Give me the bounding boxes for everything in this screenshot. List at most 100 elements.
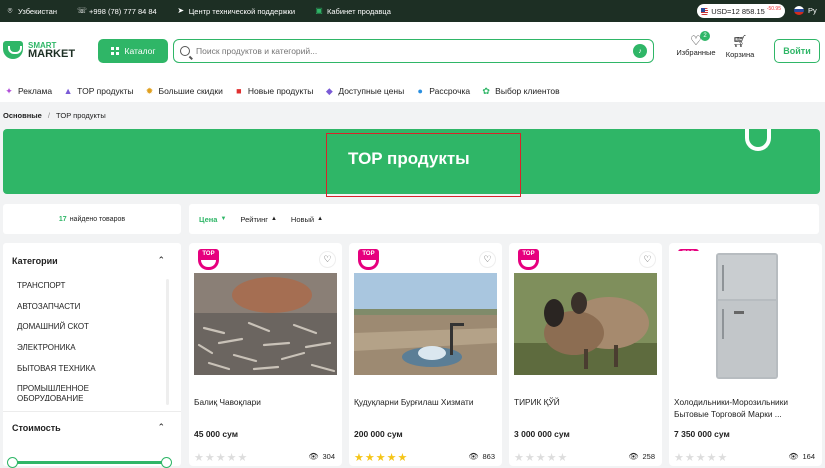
- nav-item-clients-choice[interactable]: ✿ Выбор клиентов: [481, 86, 559, 96]
- rating-stars: ★★★★★: [194, 452, 249, 464]
- views-count: 👁︎ 258: [628, 452, 655, 461]
- clients-choice-icon: ✿: [482, 86, 490, 96]
- product-card[interactable]: TOP ♡ Холодильники-Морозильники Бытовые …: [669, 243, 822, 466]
- cart-button[interactable]: 🛒︎ Корзина: [723, 34, 757, 59]
- add-to-favorites-button[interactable]: ♡: [639, 251, 656, 268]
- sort-rating[interactable]: Рейтинг ▲: [240, 215, 277, 224]
- search-bar: ♪: [173, 39, 654, 63]
- category-item[interactable]: ДОМАШНИЙ СКОТ: [17, 320, 157, 341]
- category-item[interactable]: АВТОЗАПЧАСТИ: [17, 300, 157, 321]
- nav-item-installment[interactable]: ● Рассрочка: [415, 86, 471, 96]
- eye-icon: 👁︎: [628, 452, 639, 461]
- phone-label: +998 (78) 777 84 84: [88, 6, 157, 16]
- price-slider-track[interactable]: [13, 461, 171, 464]
- product-name[interactable]: Қудуқларни Бурғилаш Хизмати: [354, 396, 497, 408]
- header: SMART MARKET Каталог ♪ ♡ 2 Избранные 🛒︎ …: [0, 22, 825, 80]
- category-item[interactable]: ТРАНСПОРТ: [17, 279, 157, 300]
- sort-price[interactable]: Цена ▼: [199, 215, 226, 224]
- breadcrumb-separator: /: [47, 111, 50, 120]
- favorites-count-badge: 2: [700, 31, 710, 41]
- eye-icon: 👁︎: [308, 452, 319, 461]
- smile-logo-icon: [745, 129, 771, 151]
- category-scrollbar[interactable]: [166, 279, 169, 405]
- shopping-bag-icon: ▣: [315, 6, 323, 15]
- top-badge-label: TOP: [358, 249, 379, 260]
- search-icon: [180, 46, 190, 56]
- add-to-favorites-button[interactable]: ♡: [319, 251, 336, 268]
- nav-label: Доступные цены: [338, 86, 405, 96]
- category-item[interactable]: БЫТОВАЯ ТЕХНИКА: [17, 362, 157, 383]
- chevron-up-icon[interactable]: ⌃: [157, 422, 165, 433]
- smile-icon: [198, 260, 219, 270]
- catalog-label: Каталог: [124, 46, 156, 56]
- price-tag-icon: ◆: [325, 86, 333, 96]
- language-label: Ру: [808, 6, 817, 15]
- support-link[interactable]: ➤ Центр технической поддержки: [177, 7, 295, 16]
- product-card[interactable]: TOP ♡ ТИРИК ҚЎЙ 3 000 000 сум ★★★★★ 👁︎ 2…: [509, 243, 662, 466]
- top-badge: TOP: [198, 249, 219, 270]
- chevron-up-icon[interactable]: ⌃: [157, 255, 165, 266]
- sort-new[interactable]: Новый ▲: [291, 215, 323, 224]
- nav-item-new-products[interactable]: ■ Новые продукты: [234, 86, 313, 96]
- nav-item-big-discounts[interactable]: ✹ Большие скидки: [145, 86, 223, 96]
- views-value: 304: [322, 452, 335, 461]
- price-slider-max-handle[interactable]: [161, 457, 172, 468]
- product-card[interactable]: TOP ♡ Балиқ Чавоқлари 45 000 сум ★★★★★ 👁…: [189, 243, 342, 466]
- divider: [3, 411, 181, 412]
- grid-icon: [110, 47, 119, 55]
- region-label: Узбекистан: [18, 6, 57, 16]
- sort-bar: Цена ▼ Рейтинг ▲ Новый ▲: [189, 204, 819, 234]
- region-selector[interactable]: ⌾ Узбекистан: [6, 7, 57, 16]
- nav-item-affordable-prices[interactable]: ◆ Доступные цены: [324, 86, 404, 96]
- breadcrumb: Основные / TOP продукты: [3, 111, 106, 120]
- logo[interactable]: SMART MARKET: [3, 41, 75, 60]
- product-price: 200 000 сум: [354, 429, 403, 439]
- product-name[interactable]: Холодильники-Морозильники Бытовые Торгов…: [674, 396, 817, 420]
- product-price: 45 000 сум: [194, 429, 238, 439]
- rating-stars: ★★★★★: [354, 452, 409, 464]
- currency-rate: USD=12 858.15 -50.95: [697, 4, 785, 18]
- add-to-favorites-button[interactable]: ♡: [479, 251, 496, 268]
- microphone-icon[interactable]: ♪: [633, 44, 647, 58]
- sort-label: Новый: [290, 214, 315, 224]
- sort-asc-icon: ▲: [270, 216, 277, 222]
- smile-icon: [518, 260, 539, 270]
- us-flag-icon: [701, 7, 709, 15]
- top-badge-label: TOP: [518, 249, 539, 260]
- nav-label: Рассрочка: [429, 86, 471, 96]
- breadcrumb-home[interactable]: Основные: [3, 111, 42, 120]
- megaphone-icon: ✦: [5, 86, 13, 96]
- cart-icon: 🛒︎: [732, 34, 748, 48]
- nav-label: Большие скидки: [158, 86, 223, 96]
- discount-icon: ✹: [145, 86, 154, 96]
- product-image-well-drilling: [354, 273, 497, 375]
- seller-label: Кабинет продавца: [327, 6, 391, 16]
- search-input[interactable]: [196, 46, 633, 56]
- nav-item-top-products[interactable]: ▲ TOP продукты: [63, 86, 134, 96]
- nav-label: Новые продукты: [247, 86, 314, 96]
- views-count: 👁︎ 304: [308, 452, 335, 461]
- nav-label: Выбор клиентов: [495, 86, 560, 96]
- new-icon: ■: [236, 86, 242, 96]
- sort-desc-icon: ▼: [220, 216, 227, 222]
- catalog-button[interactable]: Каталог: [98, 39, 168, 63]
- product-name[interactable]: Балиқ Чавоқлари: [194, 396, 337, 408]
- price-slider-min-handle[interactable]: [7, 457, 18, 468]
- favorites-button[interactable]: ♡ 2 Избранные: [676, 31, 716, 57]
- results-number: 17: [58, 215, 67, 223]
- nav-item-ads[interactable]: ✦ Реклама: [4, 86, 52, 96]
- seller-cabinet-link[interactable]: ▣ Кабинет продавца: [315, 7, 391, 16]
- product-name[interactable]: ТИРИК ҚЎЙ: [514, 396, 657, 408]
- login-button[interactable]: Войти: [774, 39, 820, 63]
- category-item[interactable]: ЭЛЕКТРОНИКА: [17, 341, 157, 362]
- russia-flag-icon: [794, 6, 804, 15]
- cart-label: Корзина: [725, 50, 755, 59]
- category-item[interactable]: ПРОМЫШЛЕННОЕ ОБОРУДОВАНИЕ: [17, 382, 157, 401]
- nav-label: Реклама: [18, 86, 53, 96]
- language-selector[interactable]: Ру: [794, 6, 817, 15]
- category-nav: ✦ Реклама ▲ TOP продукты ✹ Большие скидк…: [0, 80, 825, 102]
- product-card[interactable]: TOP ♡ Қудуқларни Бурғилаш Хизмати 200 00…: [349, 243, 502, 466]
- phone-link[interactable]: ☏ +998 (78) 777 84 84: [77, 7, 157, 16]
- rating-stars: ★★★★★: [514, 452, 569, 464]
- product-price: 7 350 000 сум: [674, 429, 730, 439]
